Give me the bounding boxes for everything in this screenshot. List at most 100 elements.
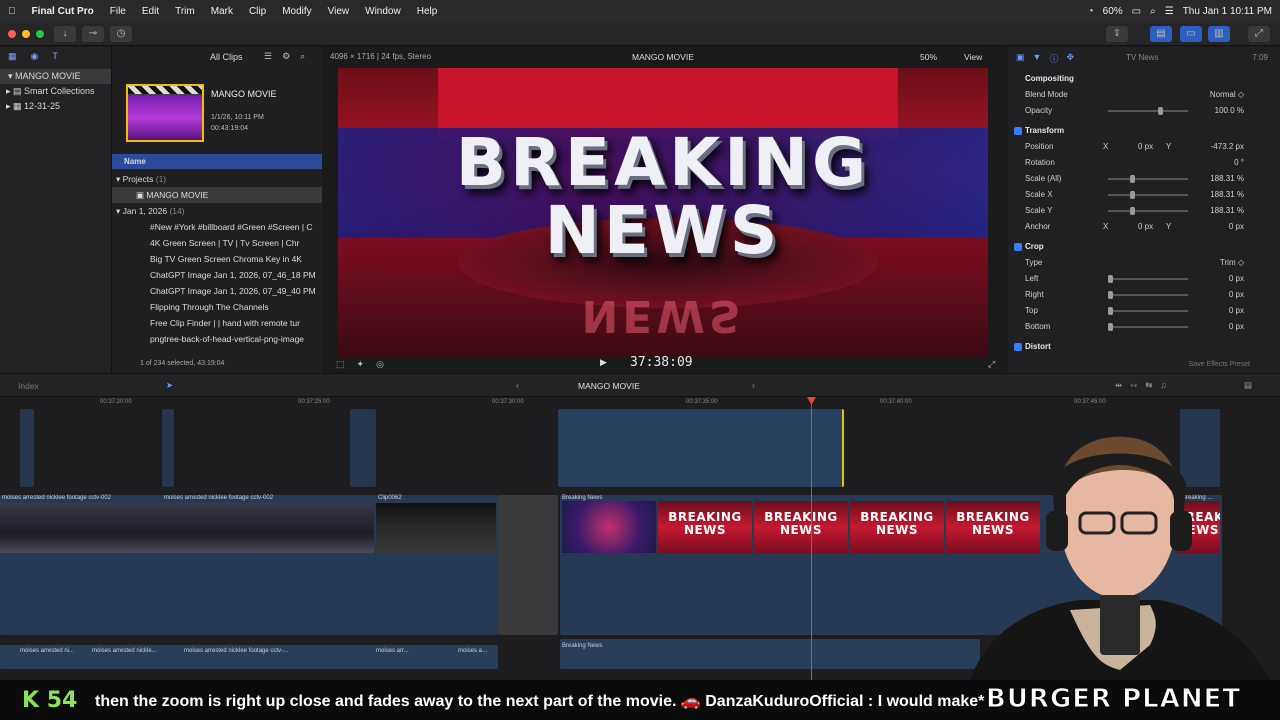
inspector-toggle-icon[interactable]: ▥ — [1208, 26, 1230, 42]
menu-file[interactable]: File — [102, 6, 134, 17]
crop-left-value[interactable]: 0 px — [1229, 271, 1244, 287]
timeline-project-name[interactable]: MANGO MOVIE — [578, 381, 640, 391]
project-row[interactable]: ▣ MANGO MOVIE — [112, 187, 322, 203]
fullscreen-icon[interactable]: ⤢ — [988, 359, 995, 370]
crop-type-select[interactable]: Trim ◇ — [1220, 255, 1244, 271]
browser-toggle-icon[interactable]: ▤ — [1150, 26, 1172, 42]
list-item[interactable]: Flipping Through The Channels — [112, 299, 322, 315]
menu-trim[interactable]: Trim — [167, 6, 203, 17]
position-y-value[interactable]: -473.2 px — [1211, 139, 1244, 155]
scale-all-slider[interactable] — [1108, 175, 1188, 183]
date-group[interactable]: ▾ Jan 1, 2026 (14) — [112, 203, 322, 219]
enhance-icon[interactable]: ✦ — [357, 359, 365, 370]
wifi-icon[interactable]: ◔ — [1088, 6, 1094, 17]
library-item[interactable]: ▾ MANGO MOVIE — [0, 69, 111, 84]
menu-edit[interactable]: Edit — [134, 6, 167, 17]
zoom-menu[interactable]: 50% — [920, 52, 937, 62]
list-item[interactable]: Big TV Green Screen Chroma Key in 4K — [112, 251, 322, 267]
clip-cctv[interactable]: moises arrested nicklee footage cctv-002… — [0, 495, 498, 635]
save-effects-preset-button[interactable]: Save Effects Preset — [1189, 361, 1250, 368]
list-item[interactable]: 4K Green Screen | TV | Tv Screen | Chr — [112, 235, 322, 251]
crop-bottom-slider[interactable] — [1108, 323, 1188, 331]
forward-icon[interactable]: › — [752, 380, 755, 390]
playhead[interactable] — [811, 397, 812, 680]
fullscreen-icon[interactable]: ⤢ — [1248, 26, 1270, 42]
clip-filter-menu[interactable]: All Clips — [210, 52, 243, 62]
index-button[interactable]: Index — [18, 381, 39, 391]
menu-clip[interactable]: Clip — [241, 6, 274, 17]
keyword-icon[interactable]: ⊸ — [82, 26, 104, 42]
menu-window[interactable]: Window — [357, 6, 409, 17]
minimize-window-button[interactable] — [22, 30, 30, 38]
clip-connected[interactable] — [350, 409, 376, 487]
compositing-section[interactable]: Compositing — [1008, 71, 1280, 87]
settings-icon[interactable]: ⚙ — [282, 51, 290, 62]
close-window-button[interactable] — [8, 30, 16, 38]
crop-left-slider[interactable] — [1108, 275, 1188, 283]
crop-section[interactable]: Crop — [1008, 239, 1280, 255]
photos-tab-icon[interactable]: ◉ — [31, 51, 39, 65]
clip-selected[interactable] — [558, 409, 844, 487]
zoom-window-button[interactable] — [36, 30, 44, 38]
video-frame[interactable]: BREAKING NEWS NEWS — [338, 68, 988, 358]
scale-y-value[interactable]: 188.31 % — [1210, 203, 1244, 219]
name-column-header[interactable]: Name — [112, 154, 322, 169]
audio-inspector-icon[interactable]: ✥ — [1066, 52, 1074, 65]
view-menu[interactable]: View — [964, 52, 982, 62]
timeline-view-icons[interactable]: ⇹⇿⇆♫ — [1115, 380, 1175, 391]
list-item[interactable]: ChatGPT Image Jan 1, 2026, 07_46_18 PM — [112, 267, 322, 283]
share-icon[interactable]: ⇪ — [1106, 26, 1128, 42]
clip-appearance-icon[interactable]: ▤ — [1244, 380, 1252, 391]
color-inspector-icon[interactable]: ▼ — [1033, 52, 1042, 65]
clip-connected[interactable] — [20, 409, 34, 487]
scale-x-value[interactable]: 188.31 % — [1210, 187, 1244, 203]
list-item[interactable]: #New #York #billboard #Green #Screen | C — [112, 219, 322, 235]
crop-top-value[interactable]: 0 px — [1229, 303, 1244, 319]
video-inspector-icon[interactable]: ▣ — [1016, 52, 1025, 65]
clip-connected[interactable] — [162, 409, 174, 487]
menu-help[interactable]: Help — [409, 6, 446, 17]
clip-lower-cctv[interactable]: moises arrested ni... moises arrested ni… — [0, 645, 498, 669]
list-item[interactable]: ChatGPT Image Jan 1, 2026, 07_49_40 PM — [112, 283, 322, 299]
scale-x-slider[interactable] — [1108, 191, 1188, 199]
timeline-ruler[interactable]: 00:37:20:00 00:37:25:00 00:37:30:00 00:3… — [0, 397, 1230, 409]
anchor-x-value[interactable]: 0 px — [1138, 219, 1153, 235]
list-item[interactable]: pngtree-back-of-head-vertical-png-image — [112, 331, 322, 347]
projects-group[interactable]: ▾ Projects (1) — [112, 171, 322, 187]
info-inspector-icon[interactable]: ⓘ — [1049, 52, 1058, 65]
list-item[interactable]: Free Clip Finder | | hand with remote tu… — [112, 315, 322, 331]
crop-right-slider[interactable] — [1108, 291, 1188, 299]
crop-right-value[interactable]: 0 px — [1229, 287, 1244, 303]
distort-section[interactable]: Distort — [1008, 339, 1280, 355]
battery-icon[interactable]: ▭ — [1132, 6, 1141, 17]
menubar-clock[interactable]: Thu Jan 1 10:11 PM — [1183, 6, 1272, 17]
crop-top-slider[interactable] — [1108, 307, 1188, 315]
search-icon[interactable]: ⌕ — [300, 51, 305, 62]
menu-modify[interactable]: Modify — [274, 6, 319, 17]
scale-y-slider[interactable] — [1108, 207, 1188, 215]
opacity-slider[interactable] — [1108, 107, 1188, 115]
opacity-value[interactable]: 100.0 % — [1215, 103, 1244, 119]
select-tool-icon[interactable]: ➤ — [166, 380, 173, 391]
gap-clip[interactable] — [498, 495, 558, 635]
apple-icon[interactable]:  — [0, 6, 24, 17]
menu-view[interactable]: View — [320, 6, 358, 17]
anchor-y-value[interactable]: 0 px — [1229, 219, 1244, 235]
transform-tool-icon[interactable]: ⬚ — [336, 359, 345, 370]
timeline-toggle-icon[interactable]: ▭ — [1180, 26, 1202, 42]
back-icon[interactable]: ‹ — [516, 380, 519, 390]
play-button[interactable]: ▶ — [600, 357, 607, 368]
transform-section[interactable]: Transform — [1008, 123, 1280, 139]
titles-tab-icon[interactable]: T — [52, 51, 58, 65]
scale-all-value[interactable]: 188.31 % — [1210, 171, 1244, 187]
rotation-value[interactable]: 0 ° — [1234, 155, 1244, 171]
search-icon[interactable]: ⌕ — [1150, 6, 1156, 17]
control-center-icon[interactable]: ☰ — [1165, 6, 1174, 17]
menu-mark[interactable]: Mark — [203, 6, 241, 17]
crop-bottom-value[interactable]: 0 px — [1229, 319, 1244, 335]
timecode-display[interactable]: 37:38:09 — [630, 355, 693, 370]
project-thumbnail[interactable] — [126, 84, 204, 142]
smart-collections-item[interactable]: ▸ ▤ Smart Collections — [0, 84, 111, 99]
speed-icon[interactable]: ◎ — [376, 359, 384, 370]
position-x-value[interactable]: 0 px — [1138, 139, 1153, 155]
